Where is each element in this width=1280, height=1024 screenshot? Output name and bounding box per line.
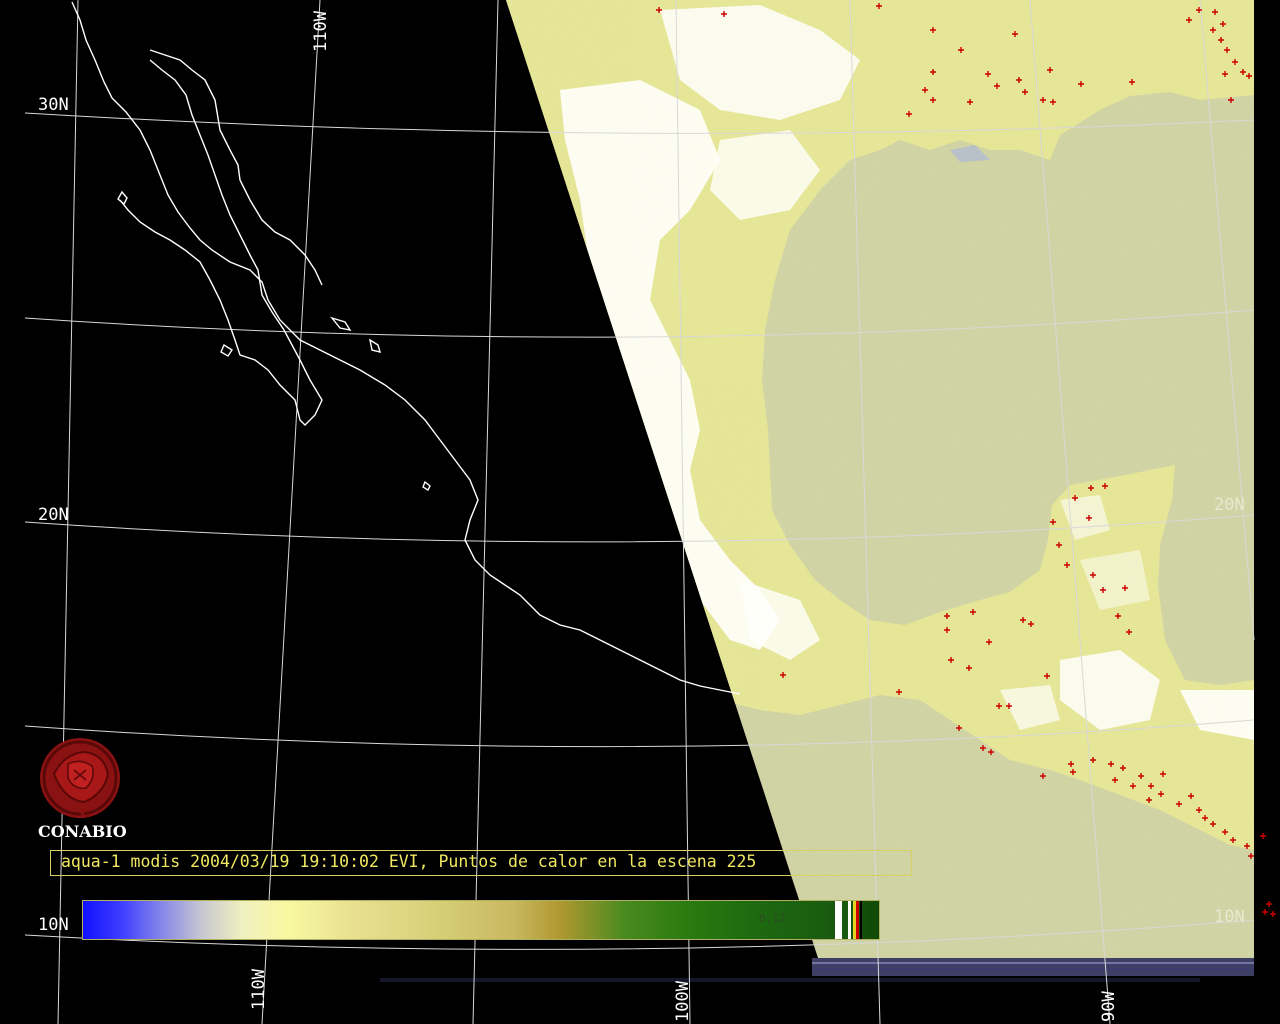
lon-label-90w-bottom: 90W [1099,991,1119,1022]
lon-label-100w-bottom: 100W [673,980,693,1022]
colorbar-mark-white [835,901,842,939]
colorbar-mark-red [856,901,859,939]
lat-label-20n-left: 20N [38,505,69,525]
lon-label-110w-bottom: 110W [249,968,269,1010]
colorbar-value-label: 0.12 [759,912,786,925]
lat-label-10n-right: 10N [1214,907,1245,927]
lat-label-20n-right: 20N [1214,495,1245,515]
evi-colorbar: 0.12 [82,900,880,940]
colorbar-mark-black [860,901,862,939]
lat-label-10n-left: 10N [38,915,69,935]
lon-label-110w-top: 110W [311,10,331,52]
conabio-wordmark: CONABIO [38,822,127,841]
lat-label-30n: 30N [38,95,69,115]
colorbar-mark-white-2 [848,901,851,939]
caption-text: aqua-1 modis 2004/03/19 19:10:02 EVI, Pu… [61,852,757,871]
caption-box: aqua-1 modis 2004/03/19 19:10:02 EVI, Pu… [50,850,912,876]
